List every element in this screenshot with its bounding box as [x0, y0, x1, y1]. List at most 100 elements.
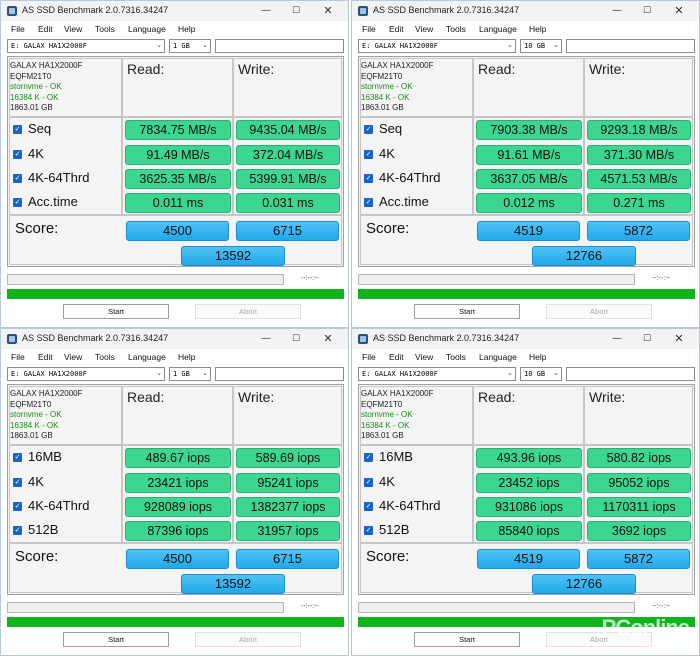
read-value: 3637.05 MB/s [476, 169, 582, 189]
menu-language[interactable]: Language [128, 24, 166, 34]
row-checkbox[interactable]: ✓ [13, 150, 22, 159]
total-score: 12766 [532, 574, 636, 594]
score-label: Score: [366, 220, 410, 237]
write-score: 6715 [236, 549, 339, 569]
menu-tools[interactable]: Tools [446, 24, 466, 34]
as-ssd-app-icon [358, 6, 368, 16]
test-size-select[interactable]: 10 GB ⌄ [520, 367, 562, 381]
row-checkbox[interactable]: ✓ [13, 174, 22, 183]
menu-language[interactable]: Language [479, 352, 517, 362]
row-checkbox[interactable]: ✓ [364, 125, 373, 134]
menu-help[interactable]: Help [178, 352, 195, 362]
start-button[interactable]: Start [414, 304, 520, 319]
write-value: 589.69 iops [236, 448, 340, 468]
drive-select[interactable]: E: GALAX HA1X2000F ⌄ [358, 39, 516, 53]
row-checkbox[interactable]: ✓ [13, 198, 22, 207]
menu-edit[interactable]: Edit [389, 24, 404, 34]
minimize-icon[interactable]: — [605, 331, 629, 347]
menu-language[interactable]: Language [128, 352, 166, 362]
menu-help[interactable]: Help [529, 352, 546, 362]
title-bar[interactable]: AS SSD Benchmark 2.0.7316.34247 — ☐ ✕ [352, 1, 699, 21]
close-icon[interactable]: ✕ [316, 3, 340, 19]
row-checkbox[interactable]: ✓ [364, 478, 373, 487]
drive-capacity: 1863.01 GB [361, 431, 404, 440]
row-checkbox[interactable]: ✓ [364, 502, 373, 511]
menu-tools[interactable]: Tools [446, 352, 466, 362]
title-bar[interactable]: AS SSD Benchmark 2.0.7316.34247 — ☐ ✕ [1, 329, 348, 349]
progress-track [7, 274, 284, 285]
row-label: 4K [379, 146, 395, 161]
drive-select[interactable]: E: GALAX HA1X2000F ⌄ [7, 39, 165, 53]
start-button[interactable]: Start [63, 632, 169, 647]
row-checkbox[interactable]: ✓ [13, 526, 22, 535]
test-size-value: 1 GB [173, 42, 190, 50]
row-checkbox[interactable]: ✓ [364, 174, 373, 183]
menu-edit[interactable]: Edit [38, 24, 53, 34]
menu-tools[interactable]: Tools [95, 352, 115, 362]
drive-info: GALAX HA1X2000F EQFM21T0 stornvme - OK 1… [361, 389, 433, 442]
abort-button[interactable]: Abort [546, 304, 652, 319]
driver-status: stornvme - OK [361, 410, 413, 419]
maximize-icon[interactable]: ☐ [635, 331, 659, 347]
read-score: 4519 [477, 221, 580, 241]
maximize-icon[interactable]: ☐ [284, 3, 308, 19]
menu-file[interactable]: File [11, 24, 25, 34]
test-size-select[interactable]: 1 GB ⌄ [169, 39, 211, 53]
menu-view[interactable]: View [415, 352, 433, 362]
write-value: 372.04 MB/s [236, 145, 340, 165]
menu-view[interactable]: View [415, 24, 433, 34]
row-checkbox[interactable]: ✓ [13, 125, 22, 134]
menu-view[interactable]: View [64, 352, 82, 362]
start-button[interactable]: Start [63, 304, 169, 319]
menu-edit[interactable]: Edit [38, 352, 53, 362]
test-size-select[interactable]: 1 GB ⌄ [169, 367, 211, 381]
menu-file[interactable]: File [11, 352, 25, 362]
read-value: 489.67 iops [125, 448, 231, 468]
row-checkbox[interactable]: ✓ [364, 453, 373, 462]
menu-bar: File Edit View Tools Language Help [352, 21, 699, 37]
menu-language[interactable]: Language [479, 24, 517, 34]
minimize-icon[interactable]: — [254, 331, 278, 347]
row-label: 512B [28, 522, 59, 537]
write-header: Write: [238, 389, 275, 405]
row-checkbox[interactable]: ✓ [364, 526, 373, 535]
row-checkbox[interactable]: ✓ [364, 150, 373, 159]
abort-button[interactable]: Abort [195, 304, 301, 319]
menu-edit[interactable]: Edit [389, 352, 404, 362]
write-header: Write: [238, 61, 275, 77]
menu-help[interactable]: Help [529, 24, 546, 34]
menu-help[interactable]: Help [178, 24, 195, 34]
drive-info: GALAX HA1X2000F EQFM21T0 stornvme - OK 1… [10, 389, 82, 442]
maximize-icon[interactable]: ☐ [635, 3, 659, 19]
menu-tools[interactable]: Tools [95, 24, 115, 34]
read-score: 4500 [126, 221, 229, 241]
menu-file[interactable]: File [362, 352, 376, 362]
window-title: AS SSD Benchmark 2.0.7316.34247 [22, 5, 169, 15]
row-checkbox[interactable]: ✓ [13, 478, 22, 487]
title-bar[interactable]: AS SSD Benchmark 2.0.7316.34247 — ☐ ✕ [352, 329, 699, 349]
drive-select[interactable]: E: GALAX HA1X2000F ⌄ [7, 367, 165, 381]
drive-select[interactable]: E: GALAX HA1X2000F ⌄ [358, 367, 516, 381]
minimize-icon[interactable]: — [605, 3, 629, 19]
menu-file[interactable]: File [362, 24, 376, 34]
maximize-icon[interactable]: ☐ [284, 331, 308, 347]
minimize-icon[interactable]: — [254, 3, 278, 19]
abort-button[interactable]: Abort [195, 632, 301, 647]
drive-capacity: 1863.01 GB [10, 431, 53, 440]
menu-view[interactable]: View [64, 24, 82, 34]
write-score: 5872 [587, 221, 690, 241]
row-checkbox[interactable]: ✓ [364, 198, 373, 207]
read-score: 4500 [126, 549, 229, 569]
row-checkbox[interactable]: ✓ [13, 502, 22, 511]
close-icon[interactable]: ✕ [667, 3, 691, 19]
title-bar[interactable]: AS SSD Benchmark 2.0.7316.34247 — ☐ ✕ [1, 1, 348, 21]
read-value: 85840 iops [476, 521, 582, 541]
row-checkbox[interactable]: ✓ [13, 453, 22, 462]
row-label: 4K [379, 474, 395, 489]
close-icon[interactable]: ✕ [316, 331, 340, 347]
close-icon[interactable]: ✕ [667, 331, 691, 347]
write-value: 3692 iops [587, 521, 691, 541]
start-button[interactable]: Start [414, 632, 520, 647]
write-score: 6715 [236, 221, 339, 241]
test-size-select[interactable]: 10 GB ⌄ [520, 39, 562, 53]
